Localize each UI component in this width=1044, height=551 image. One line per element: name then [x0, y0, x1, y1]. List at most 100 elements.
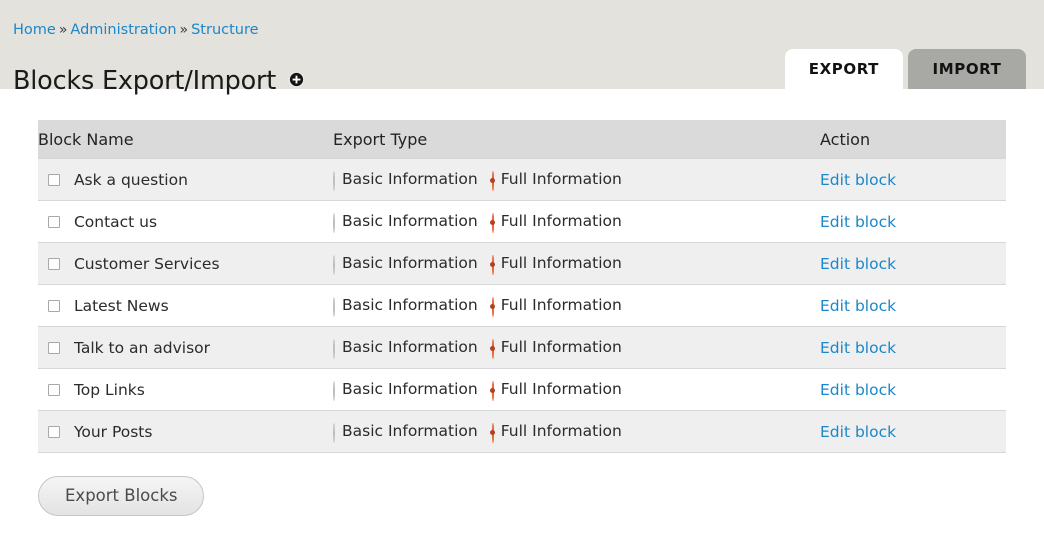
cell-export-type: Basic Information Full Information [333, 410, 820, 453]
table-row: Contact us Basic Information Full Informa… [38, 200, 1006, 243]
radio-full-information-label: Full Information [500, 421, 622, 440]
blocks-table-container: Block Name Export Type Action Ask a ques… [38, 120, 1006, 453]
radio-full-information[interactable] [491, 422, 494, 443]
cell-block-name: Top Links [38, 368, 333, 411]
radio-full-information[interactable] [491, 254, 494, 275]
radio-full-information-label: Full Information [500, 253, 622, 272]
form-actions: Export Blocks [38, 476, 205, 516]
tab-export-label: EXPORT [808, 60, 879, 78]
export-type-radio-group: Basic Information Full Information [333, 169, 636, 191]
export-type-radio-group: Basic Information Full Information [333, 421, 636, 443]
radio-full-information[interactable] [491, 170, 494, 191]
blocks-table-body: Ask a question Basic Information Full Inf… [38, 158, 1006, 453]
table-header-row: Block Name Export Type Action [38, 120, 1006, 159]
primary-tabs: EXPORT IMPORT [784, 49, 1026, 89]
table-row: Talk to an advisor Basic Information Full… [38, 326, 1006, 369]
block-name-label: Your Posts [73, 422, 153, 441]
breadcrumb-link-administration[interactable]: Administration [70, 22, 176, 38]
cell-block-name: Latest News [38, 284, 333, 327]
cell-block-name: Ask a question [38, 158, 333, 201]
tab-import[interactable]: IMPORT [908, 49, 1026, 89]
cell-export-type: Basic Information Full Information [333, 158, 820, 201]
radio-basic-information[interactable] [333, 170, 335, 191]
radio-basic-information[interactable] [333, 338, 335, 359]
edit-block-link[interactable]: Edit block [820, 423, 896, 441]
row-select-checkbox[interactable] [48, 299, 60, 312]
radio-basic-information[interactable] [333, 296, 335, 317]
row-select-checkbox[interactable] [48, 341, 60, 354]
radio-basic-information-label: Basic Information [342, 379, 478, 398]
table-row: Customer Services Basic Information Full … [38, 242, 1006, 285]
breadcrumb-separator: » [58, 22, 68, 38]
export-type-radio-group: Basic Information Full Information [333, 379, 636, 401]
row-select-checkbox[interactable] [48, 173, 60, 186]
export-type-radio-group: Basic Information Full Information [333, 211, 636, 233]
edit-block-link[interactable]: Edit block [820, 339, 896, 357]
radio-full-information-label: Full Information [500, 211, 622, 230]
radio-full-information[interactable] [491, 380, 494, 401]
block-name-label: Ask a question [73, 170, 188, 189]
cell-action: Edit block [820, 326, 1006, 369]
edit-block-link[interactable]: Edit block [820, 171, 896, 189]
breadcrumb: Home» Administration» Structure [13, 21, 259, 39]
page-title-text: Blocks Export/Import [13, 66, 277, 97]
export-type-radio-group: Basic Information Full Information [333, 253, 636, 275]
edit-block-link[interactable]: Edit block [820, 381, 896, 399]
tab-import-label: IMPORT [932, 60, 1002, 78]
blocks-table: Block Name Export Type Action Ask a ques… [38, 120, 1006, 453]
column-header-action: Action [820, 120, 1006, 159]
cell-export-type: Basic Information Full Information [333, 326, 820, 369]
radio-full-information-label: Full Information [500, 169, 622, 188]
cell-export-type: Basic Information Full Information [333, 200, 820, 243]
column-header-export-type: Export Type [333, 120, 820, 159]
breadcrumb-link-structure[interactable]: Structure [191, 22, 258, 38]
breadcrumb-separator: » [179, 22, 189, 38]
radio-full-information[interactable] [491, 212, 494, 233]
radio-basic-information-label: Basic Information [342, 211, 478, 230]
edit-block-link[interactable]: Edit block [820, 255, 896, 273]
radio-full-information-label: Full Information [500, 379, 622, 398]
cell-action: Edit block [820, 410, 1006, 453]
radio-basic-information[interactable] [333, 422, 335, 443]
cell-block-name: Customer Services [38, 242, 333, 285]
cell-action: Edit block [820, 242, 1006, 285]
block-name-label: Talk to an advisor [73, 338, 211, 357]
table-row: Top Links Basic Information Full Informat… [38, 368, 1006, 411]
radio-basic-information[interactable] [333, 212, 335, 233]
cell-action: Edit block [820, 158, 1006, 201]
radio-basic-information[interactable] [333, 380, 335, 401]
radio-full-information-label: Full Information [500, 337, 622, 356]
plus-circle-icon[interactable] [288, 64, 305, 96]
row-select-checkbox[interactable] [48, 425, 60, 438]
table-row: Ask a question Basic Information Full Inf… [38, 158, 1006, 201]
block-name-label: Customer Services [73, 254, 220, 273]
row-select-checkbox[interactable] [48, 383, 60, 396]
radio-basic-information[interactable] [333, 254, 335, 275]
cell-block-name: Your Posts [38, 410, 333, 453]
breadcrumb-link-home[interactable]: Home [13, 22, 56, 38]
row-select-checkbox[interactable] [48, 215, 60, 228]
cell-export-type: Basic Information Full Information [333, 368, 820, 411]
radio-full-information[interactable] [491, 338, 494, 359]
cell-export-type: Basic Information Full Information [333, 284, 820, 327]
block-name-label: Top Links [73, 380, 145, 399]
cell-action: Edit block [820, 200, 1006, 243]
edit-block-link[interactable]: Edit block [820, 297, 896, 315]
cell-block-name: Contact us [38, 200, 333, 243]
cell-export-type: Basic Information Full Information [333, 242, 820, 285]
edit-block-link[interactable]: Edit block [820, 213, 896, 231]
page-title: Blocks Export/Import [13, 65, 305, 98]
table-row: Your Posts Basic Information Full Informa… [38, 410, 1006, 453]
radio-basic-information-label: Basic Information [342, 253, 478, 272]
block-name-label: Latest News [73, 296, 169, 315]
export-type-radio-group: Basic Information Full Information [333, 296, 636, 317]
row-select-checkbox[interactable] [48, 257, 60, 270]
radio-basic-information-label: Basic Information [342, 337, 478, 356]
cell-block-name: Talk to an advisor [38, 326, 333, 369]
cell-action: Edit block [820, 368, 1006, 411]
cell-action: Edit block [820, 284, 1006, 327]
export-blocks-button[interactable]: Export Blocks [38, 476, 205, 516]
radio-full-information[interactable] [491, 296, 494, 317]
column-header-block-name: Block Name [38, 120, 333, 159]
tab-export[interactable]: EXPORT [784, 49, 903, 89]
